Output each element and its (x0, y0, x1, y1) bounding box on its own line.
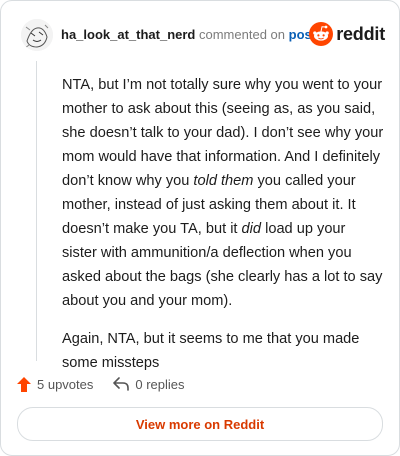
user-avatar[interactable] (21, 19, 53, 51)
reply-arrow-icon (113, 377, 130, 391)
reddit-comment-card: ha_look_at_that_nerd commented on post r… (0, 0, 400, 456)
reply-button[interactable]: 0 replies (113, 376, 185, 392)
comment-paragraph: NTA, but I’m not totally sure why you we… (62, 73, 384, 313)
thread-line (36, 61, 37, 361)
avatar-sketch-icon (21, 19, 53, 51)
comment-header: ha_look_at_that_nerd commented on post r… (17, 13, 387, 57)
reply-count: 0 replies (135, 376, 185, 392)
reddit-snoo-icon (309, 22, 334, 46)
reddit-logo[interactable]: reddit (309, 21, 385, 47)
view-more-button[interactable]: View more on Reddit (17, 407, 383, 441)
upvote-arrow-icon (17, 376, 31, 392)
upvote-count: 5 upvotes (37, 376, 94, 392)
comment-emphasis: did (241, 221, 262, 237)
reddit-wordmark: reddit (336, 23, 385, 44)
comment-emphasis: told them (193, 173, 254, 189)
comment-body: NTA, but I’m not totally sure why you we… (62, 73, 384, 389)
comment-meta: ha_look_at_that_nerd commented on post (61, 27, 316, 42)
commented-on-text: commented on (199, 27, 285, 42)
comment-actions: 5 upvotes 0 replies (17, 373, 205, 395)
username-link[interactable]: ha_look_at_that_nerd (61, 27, 195, 42)
comment-paragraph: Again, NTA, but it seems to me that you … (62, 331, 360, 371)
upvote-button[interactable]: 5 upvotes (17, 376, 94, 392)
